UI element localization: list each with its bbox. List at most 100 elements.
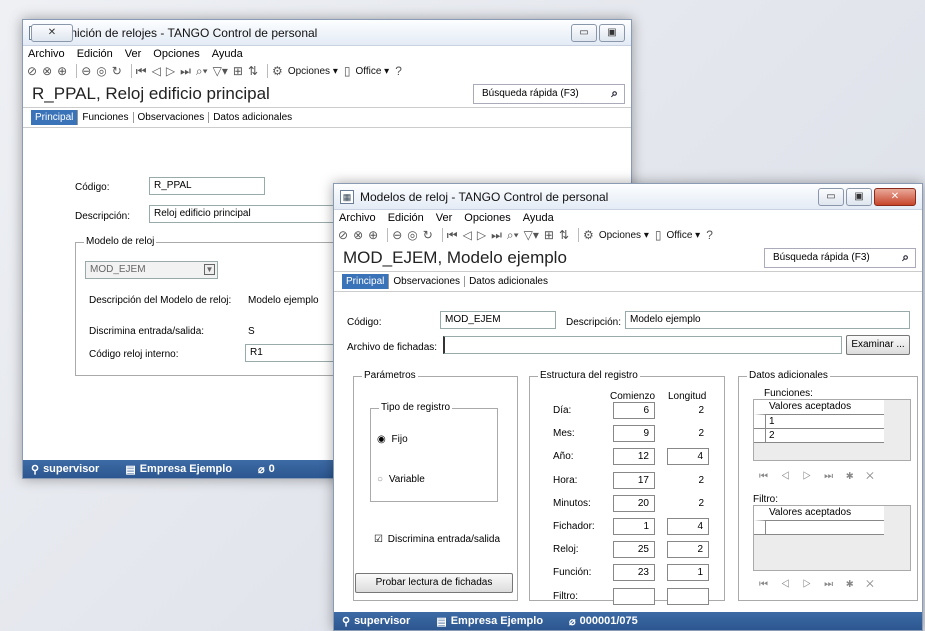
close-button[interactable]: ✕: [31, 23, 73, 42]
refresh-icon[interactable]: ↻: [112, 64, 122, 78]
binoculars-icon[interactable]: ⌕▾: [507, 228, 519, 243]
menu-ver[interactable]: Ver: [436, 212, 453, 224]
sort-icon[interactable]: ⇅: [559, 228, 569, 242]
first-record-icon[interactable]: ⏮: [136, 64, 147, 79]
menu-archivo[interactable]: Archivo: [339, 212, 376, 224]
next-record-icon[interactable]: ▷: [166, 64, 175, 78]
longitud-field[interactable]: 4: [667, 518, 709, 535]
estructura-row-label: Fichador:: [553, 521, 595, 532]
accept-icon[interactable]: ⊘: [27, 64, 37, 78]
longitud-field[interactable]: 1: [667, 564, 709, 581]
comienzo-field[interactable]: 9: [613, 425, 655, 442]
maximize-button[interactable]: ▣: [599, 23, 625, 42]
grid-icon[interactable]: ⊞: [233, 64, 243, 78]
help-icon[interactable]: ?: [706, 228, 713, 242]
menu-ayuda[interactable]: Ayuda: [523, 212, 554, 224]
delete-icon[interactable]: ⊖: [81, 64, 91, 78]
comienzo-field[interactable]: 20: [613, 495, 655, 512]
tab-datos-adicionales[interactable]: Datos adicionales: [465, 276, 552, 287]
comienzo-field[interactable]: 23: [613, 564, 655, 581]
longitud-field[interactable]: 2: [667, 541, 709, 558]
search-input[interactable]: Búsqueda rápida (F3) ⌕: [473, 83, 625, 104]
menu-archivo[interactable]: Archivo: [28, 48, 65, 60]
funcion-value[interactable]: 1: [766, 415, 884, 429]
opciones-menu-button[interactable]: Opciones ▾: [599, 230, 649, 241]
office-menu-button[interactable]: Office ▾: [355, 66, 389, 77]
comienzo-field[interactable]: [613, 588, 655, 605]
filter-icon[interactable]: ▽▾: [213, 64, 228, 78]
cancel-icon[interactable]: ⊗: [42, 64, 52, 78]
minimize-button[interactable]: ▭: [571, 23, 597, 42]
probar-lectura-button[interactable]: Probar lectura de fichadas: [355, 573, 513, 593]
radio-variable[interactable]: ○ Variable: [377, 474, 425, 485]
next-record-icon[interactable]: ▷: [477, 228, 486, 242]
add-icon[interactable]: ⊕: [57, 64, 67, 78]
copy-icon[interactable]: ◎: [407, 228, 417, 242]
office-menu-button[interactable]: Office ▾: [666, 230, 700, 241]
funcion-value[interactable]: 2: [766, 429, 884, 443]
comienzo-field[interactable]: 17: [613, 472, 655, 489]
menu-ayuda[interactable]: Ayuda: [212, 48, 243, 60]
copy-icon[interactable]: ◎: [96, 64, 106, 78]
menu-opciones[interactable]: Opciones: [464, 212, 510, 224]
longitud-field[interactable]: [667, 588, 709, 605]
tab-principal[interactable]: Principal: [342, 274, 390, 289]
last-record-icon[interactable]: ⏭: [180, 64, 191, 79]
cancel-icon[interactable]: ⊗: [353, 228, 363, 242]
title-bar[interactable]: ▦ Modelos de reloj - TANGO Control de pe…: [334, 184, 922, 210]
tab-datos-adicionales[interactable]: Datos adicionales: [209, 112, 296, 123]
refresh-icon[interactable]: ↻: [423, 228, 433, 242]
title-bar[interactable]: ▦ Definición de relojes - TANGO Control …: [23, 20, 631, 46]
close-button[interactable]: ✕: [874, 187, 916, 206]
tab-principal[interactable]: Principal: [31, 110, 79, 125]
prev-record-icon[interactable]: ◁: [152, 64, 161, 78]
menu-opciones[interactable]: Opciones: [153, 48, 199, 60]
last-record-icon[interactable]: ⏭: [491, 228, 502, 243]
codigo-interno-field[interactable]: R1: [245, 344, 335, 362]
menu-edicion[interactable]: Edición: [77, 48, 113, 60]
opciones-menu-button[interactable]: Opciones ▾: [288, 66, 338, 77]
filtro-value[interactable]: [766, 521, 884, 535]
comienzo-field[interactable]: 6: [613, 402, 655, 419]
table-row[interactable]: [754, 521, 910, 535]
comienzo-field[interactable]: 12: [613, 448, 655, 465]
tab-observaciones[interactable]: Observaciones: [389, 276, 466, 287]
modelo-select[interactable]: MOD_EJEM ▼: [85, 261, 218, 279]
delete-icon[interactable]: ⊖: [392, 228, 402, 242]
chevron-down-icon[interactable]: ▼: [204, 264, 215, 275]
tab-observaciones[interactable]: Observaciones: [134, 112, 210, 123]
search-icon[interactable]: ⌕: [611, 86, 618, 101]
search-input[interactable]: Búsqueda rápida (F3) ⌕: [764, 247, 916, 268]
filtro-grid[interactable]: Valores aceptados: [753, 505, 911, 571]
menu-ver[interactable]: Ver: [125, 48, 142, 60]
funciones-grid[interactable]: Valores aceptados 1 2: [753, 399, 911, 461]
menu-edicion[interactable]: Edición: [388, 212, 424, 224]
comienzo-field[interactable]: 1: [613, 518, 655, 535]
help-icon[interactable]: ?: [395, 64, 402, 78]
longitud-field[interactable]: 4: [667, 448, 709, 465]
filter-icon[interactable]: ▽▾: [524, 228, 539, 242]
comienzo-field[interactable]: 25: [613, 541, 655, 558]
table-row[interactable]: 1: [754, 415, 910, 429]
archivo-field[interactable]: [443, 336, 842, 354]
search-icon[interactable]: ⌕: [902, 250, 909, 265]
maximize-button[interactable]: ▣: [846, 187, 872, 206]
tab-funciones[interactable]: Funciones: [78, 112, 134, 123]
binoculars-icon[interactable]: ⌕▾: [196, 64, 208, 79]
funciones-navigator[interactable]: ⏮ ◁ ▷ ⏭ ✱ ✕: [759, 471, 879, 482]
examinar-button[interactable]: Examinar ...: [846, 335, 910, 355]
first-record-icon[interactable]: ⏮: [447, 228, 458, 243]
codigo-field[interactable]: MOD_EJEM: [440, 311, 556, 329]
minimize-button[interactable]: ▭: [818, 187, 844, 206]
accept-icon[interactable]: ⊘: [338, 228, 348, 242]
descripcion-field[interactable]: Modelo ejemplo: [625, 311, 910, 329]
codigo-field[interactable]: R_PPAL: [149, 177, 265, 195]
filtro-navigator[interactable]: ⏮ ◁ ▷ ⏭ ✱ ✕: [759, 579, 879, 590]
discrimina-checkbox[interactable]: ☑ Discrimina entrada/salida: [374, 534, 500, 545]
prev-record-icon[interactable]: ◁: [463, 228, 472, 242]
radio-fijo[interactable]: ◉ Fijo: [377, 434, 408, 445]
add-icon[interactable]: ⊕: [368, 228, 378, 242]
grid-icon[interactable]: ⊞: [544, 228, 554, 242]
table-row[interactable]: 2: [754, 429, 910, 443]
sort-icon[interactable]: ⇅: [248, 64, 258, 78]
